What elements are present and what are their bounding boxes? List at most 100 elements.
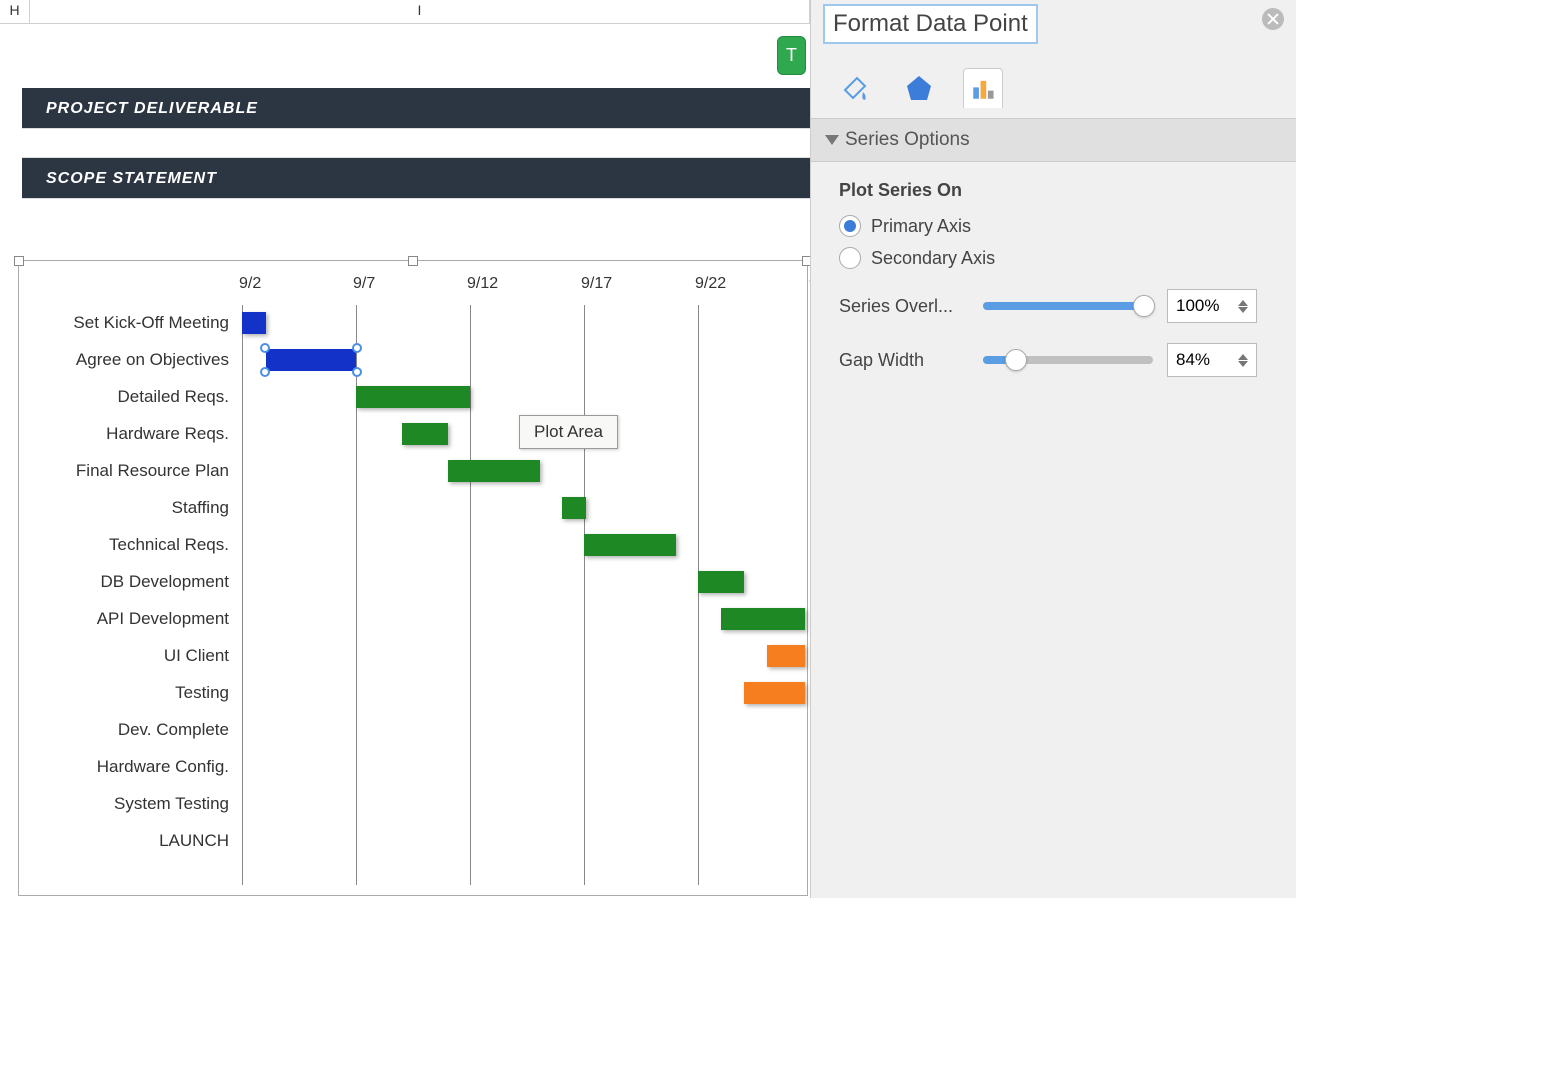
task-row: Testing [29,675,803,712]
chart-handle-tl[interactable] [14,256,24,266]
green-button[interactable]: T [777,36,806,75]
task-row: Agree on Objectives [29,342,803,379]
chart-handle-tm[interactable] [408,256,418,266]
gap-value: 84% [1176,350,1210,370]
task-row: Hardware Config. [29,749,803,786]
chart-frame[interactable]: 9/2 9/7 9/12 9/17 9/22 9 Set Kick-Off Me… [18,260,808,896]
selection-handle[interactable] [352,343,362,353]
overlap-label: Series Overl... [839,296,969,317]
selection-handle[interactable] [260,343,270,353]
gantt-bar[interactable] [242,312,266,334]
slider-thumb[interactable] [1005,349,1027,371]
task-row: LAUNCH [29,823,803,860]
x-tick: 9/17 [581,275,612,293]
task-label: Hardware Config. [29,757,229,777]
stepper-down-icon[interactable] [1238,307,1248,313]
task-row: Dev. Complete [29,712,803,749]
spreadsheet-area: H I T PROJECT DELIVERABLE SCOPE STATEMEN… [0,0,810,898]
gantt-bar[interactable] [356,386,470,408]
task-label: DB Development [29,572,229,592]
primary-axis-radio-row[interactable]: Primary Axis [839,215,1268,237]
task-row: Hardware Reqs. [29,416,803,453]
task-label: LAUNCH [29,831,229,851]
col-header-h[interactable]: H [0,0,30,23]
series-overlap-row: Series Overl... 100% [839,289,1268,323]
format-sidebar: Format Data Point Series Options Plot Se… [810,0,1296,898]
task-label: System Testing [29,794,229,814]
stepper-up-icon[interactable] [1238,300,1248,306]
column-headers: H I [0,0,810,24]
task-row: API Development [29,601,803,638]
gap-value-input[interactable]: 84% [1167,343,1257,377]
task-row: UI Client [29,638,803,675]
task-label: Staffing [29,498,229,518]
gap-width-row: Gap Width 84% [839,343,1268,377]
plot-area[interactable]: Set Kick-Off Meeting Agree on Objectives… [29,305,803,891]
sidebar-tabs [811,48,1296,118]
stepper [1238,354,1248,367]
gap-slider[interactable] [983,356,1153,364]
close-icon[interactable] [1262,8,1284,30]
series-options-body: Plot Series On Primary Axis Secondary Ax… [811,162,1296,395]
task-row: Set Kick-Off Meeting [29,305,803,342]
gantt-bar[interactable] [698,571,744,593]
gap-row-1 [22,128,810,158]
radio-label: Secondary Axis [871,248,995,269]
scope-statement-band: SCOPE STATEMENT [22,158,810,198]
chart-inner: 9/2 9/7 9/12 9/17 9/22 9 Set Kick-Off Me… [29,275,803,891]
selection-handle[interactable] [352,367,362,377]
gantt-bar[interactable] [767,645,805,667]
task-label: Final Resource Plan [29,461,229,481]
gap-row-2 [22,198,810,228]
task-label: Agree on Objectives [29,350,229,370]
col-header-i[interactable]: I [30,0,810,23]
plot-area-tooltip: Plot Area [519,415,618,449]
overlap-slider[interactable] [983,302,1153,310]
series-options-header[interactable]: Series Options [811,118,1296,162]
task-label: Set Kick-Off Meeting [29,313,229,333]
gantt-bar[interactable] [402,423,448,445]
fill-tab-icon[interactable] [835,68,875,108]
gantt-bar[interactable] [448,460,540,482]
secondary-axis-radio-row[interactable]: Secondary Axis [839,247,1268,269]
chevron-down-icon [825,135,839,145]
task-row: Detailed Reqs. [29,379,803,416]
x-tick: 9/12 [467,275,498,293]
section-title: Series Options [845,129,970,151]
radio-secondary[interactable] [839,247,861,269]
effects-tab-icon[interactable] [899,68,939,108]
task-label: UI Client [29,646,229,666]
gantt-bar[interactable] [584,534,676,556]
task-row: DB Development [29,564,803,601]
task-row: System Testing [29,786,803,823]
gantt-bar-selected[interactable] [266,349,356,371]
task-label: Hardware Reqs. [29,424,229,444]
gantt-bar[interactable] [562,497,586,519]
selection-handle[interactable] [260,367,270,377]
x-tick: 9/2 [239,275,261,293]
task-label: Testing [29,683,229,703]
task-label: Dev. Complete [29,720,229,740]
x-tick: 9/7 [353,275,375,293]
overlap-value-input[interactable]: 100% [1167,289,1257,323]
slider-fill [983,302,1153,310]
stepper-down-icon[interactable] [1238,361,1248,367]
stepper [1238,300,1248,313]
radio-label: Primary Axis [871,216,971,237]
project-deliverable-band: PROJECT DELIVERABLE [22,88,810,128]
task-label: Detailed Reqs. [29,387,229,407]
task-row: Final Resource Plan [29,453,803,490]
series-options-tab-icon[interactable] [963,68,1003,108]
task-row: Technical Reqs. [29,527,803,564]
gantt-bar[interactable] [744,682,805,704]
slider-thumb[interactable] [1133,295,1155,317]
task-label: API Development [29,609,229,629]
x-tick: 9/22 [695,275,726,293]
task-row: Staffing [29,490,803,527]
gantt-bar[interactable] [721,608,805,630]
gap-label: Gap Width [839,350,969,371]
overlap-value: 100% [1176,296,1219,316]
sidebar-title[interactable]: Format Data Point [823,4,1038,44]
radio-primary[interactable] [839,215,861,237]
stepper-up-icon[interactable] [1238,354,1248,360]
